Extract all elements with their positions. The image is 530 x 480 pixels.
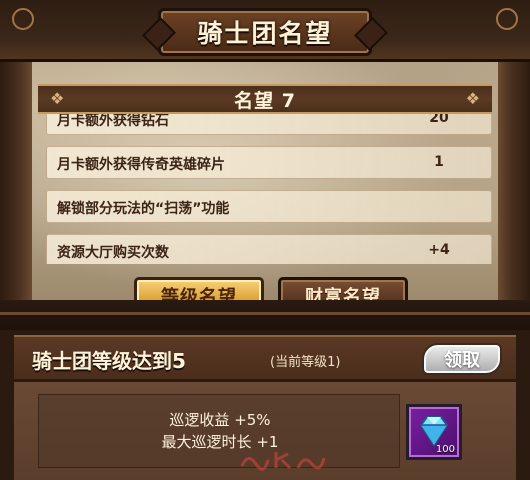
benefit-value: +4: [428, 242, 450, 258]
claim-button[interactable]: 领取: [422, 343, 502, 375]
page-title: 骑士团名望: [197, 19, 333, 48]
divider: [0, 300, 530, 330]
benefit-value: 20: [429, 114, 449, 126]
list-item: 月卡额外获得传奇英雄碎片 1: [46, 146, 492, 179]
benefit-label: 资源大厅购买次数: [57, 245, 169, 261]
benefit-label: 月卡额外获得传奇英雄碎片: [57, 157, 225, 173]
rank-label: 名望 7: [234, 89, 296, 112]
corner-ornament-left-icon: [12, 8, 34, 30]
rank-header: 名望 7: [38, 84, 492, 114]
title-plate: 骑士团名望: [158, 8, 372, 56]
reward-item[interactable]: 100: [406, 404, 462, 460]
quest-title: 骑士团等级达到5: [32, 349, 186, 373]
top-bar: 骑士团名望: [0, 0, 530, 62]
quest-bar: 骑士团等级达到5 (当前等级1) 领取: [14, 335, 516, 381]
benefit-label: 月卡额外获得钻石: [57, 114, 169, 129]
reward-line: 最大巡逻时长 +1: [161, 433, 279, 451]
item-count: 100: [435, 444, 455, 455]
watermark-logo-icon: [240, 452, 326, 471]
reward-description: 巡逻收益 +5% 最大巡逻时长 +1: [38, 394, 400, 468]
benefit-value: 1: [434, 154, 444, 170]
corner-ornament-right-icon: [496, 8, 518, 30]
reward-line: 巡逻收益 +5%: [169, 411, 271, 429]
list-item: 解锁部分玩法的“扫荡”功能: [46, 190, 492, 223]
benefit-label: 解锁部分玩法的“扫荡”功能: [57, 201, 230, 217]
list-item: 月卡额外获得钻石 20: [46, 114, 492, 135]
benefit-list[interactable]: 月卡额外获得钻石 20 月卡额外获得传奇英雄碎片 1 解锁部分玩法的“扫荡”功能…: [46, 114, 492, 264]
list-item: 资源大厅购买次数 +4: [46, 234, 492, 264]
current-level-text: (当前等级1): [270, 355, 341, 370]
